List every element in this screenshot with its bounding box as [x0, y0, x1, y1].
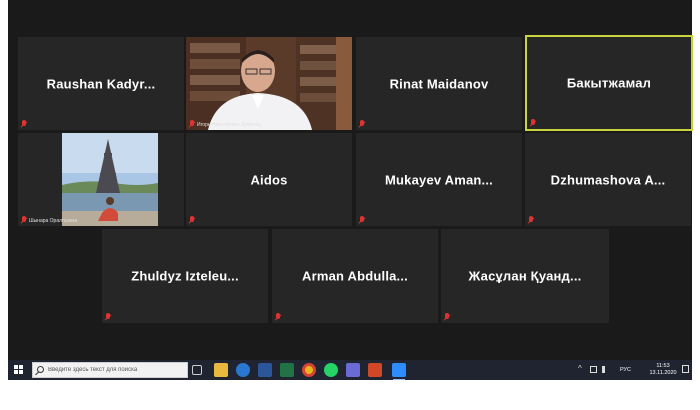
search-icon [37, 366, 44, 373]
clock[interactable]: 11:53 13.11.2020 [647, 363, 679, 377]
participant-name: Mukayev Aman... [384, 172, 493, 187]
participant-tile[interactable]: Raushan Kadyr... [18, 37, 184, 130]
muted-mic-icon [528, 216, 534, 224]
participant-tile[interactable]: Dzhumashova A... [525, 133, 691, 226]
muted-mic-icon [359, 120, 365, 128]
network-icon[interactable] [590, 366, 597, 373]
muted-mic-icon [21, 120, 27, 128]
active-speaker-tile[interactable]: Бакытжамал [525, 35, 693, 131]
muted-mic-icon [105, 313, 111, 321]
zoom-gallery-view: Raushan Kadyr... Игорь Николаевич Дубине… [8, 0, 693, 360]
muted-mic-icon [189, 216, 195, 224]
participant-name: Жасұлан Қуанд... [468, 268, 582, 284]
participant-name: Dzhumashova A... [550, 172, 666, 187]
store-icon[interactable] [346, 363, 360, 377]
muted-mic-icon [530, 119, 536, 127]
participant-name: Raushan Kadyr... [46, 76, 156, 91]
edge-icon[interactable] [236, 363, 250, 377]
participant-tile[interactable]: Arman Abdulla... [272, 229, 438, 323]
chrome-icon[interactable] [302, 363, 316, 377]
powerpoint-icon[interactable] [368, 363, 382, 377]
participant-caption: Игорь Николаевич Дубинец [197, 122, 262, 128]
system-tray: ^ РУС 11:53 13.11.2020 [572, 360, 692, 380]
participant-tile[interactable]: Rinat Maidanov [356, 37, 522, 130]
participant-video [18, 133, 184, 226]
search-input[interactable] [48, 365, 186, 375]
participant-caption: Шынара Оралгазина [29, 218, 78, 224]
participant-video-tile[interactable]: Игорь Николаевич Дубинец [186, 37, 352, 130]
participant-name: Arman Abdulla... [301, 268, 408, 284]
excel-icon[interactable] [280, 363, 294, 377]
word-icon[interactable] [258, 363, 272, 377]
input-language[interactable]: РУС [620, 367, 631, 373]
whatsapp-icon[interactable] [324, 363, 338, 377]
task-view-icon[interactable] [192, 365, 202, 375]
taskbar-search-box[interactable] [32, 362, 188, 378]
muted-mic-icon [444, 313, 450, 321]
windows-start-icon[interactable] [8, 360, 30, 380]
notifications-icon[interactable] [682, 365, 689, 373]
muted-mic-icon [275, 313, 281, 321]
muted-mic-icon [21, 216, 27, 224]
muted-mic-icon [359, 216, 365, 224]
participant-name: Aidos [250, 172, 288, 187]
muted-mic-icon [189, 120, 195, 128]
participant-tile[interactable]: Жасұлан Қуанд... [441, 229, 609, 323]
participant-name: Zhuldyz Izteleu... [131, 268, 239, 284]
file-explorer-icon[interactable] [214, 363, 228, 377]
chevron-up-icon[interactable]: ^ [578, 364, 582, 373]
windows-taskbar: ^ РУС 11:53 13.11.2020 [8, 360, 692, 380]
participant-tile[interactable]: Aidos [186, 133, 352, 226]
clock-time: 11:53 [656, 363, 670, 369]
participant-name: Бакытжамал [566, 75, 652, 91]
participant-name: Rinat Maidanov [389, 76, 489, 91]
participant-video-tile[interactable]: Шынара Оралгазина [18, 133, 184, 226]
participant-tile[interactable]: Zhuldyz Izteleu... [102, 229, 268, 323]
participant-tile[interactable]: Mukayev Aman... [356, 133, 522, 226]
clock-date: 13.11.2020 [649, 370, 677, 376]
zoom-icon[interactable] [392, 363, 406, 380]
volume-icon[interactable] [602, 366, 608, 373]
participant-video [186, 37, 352, 130]
